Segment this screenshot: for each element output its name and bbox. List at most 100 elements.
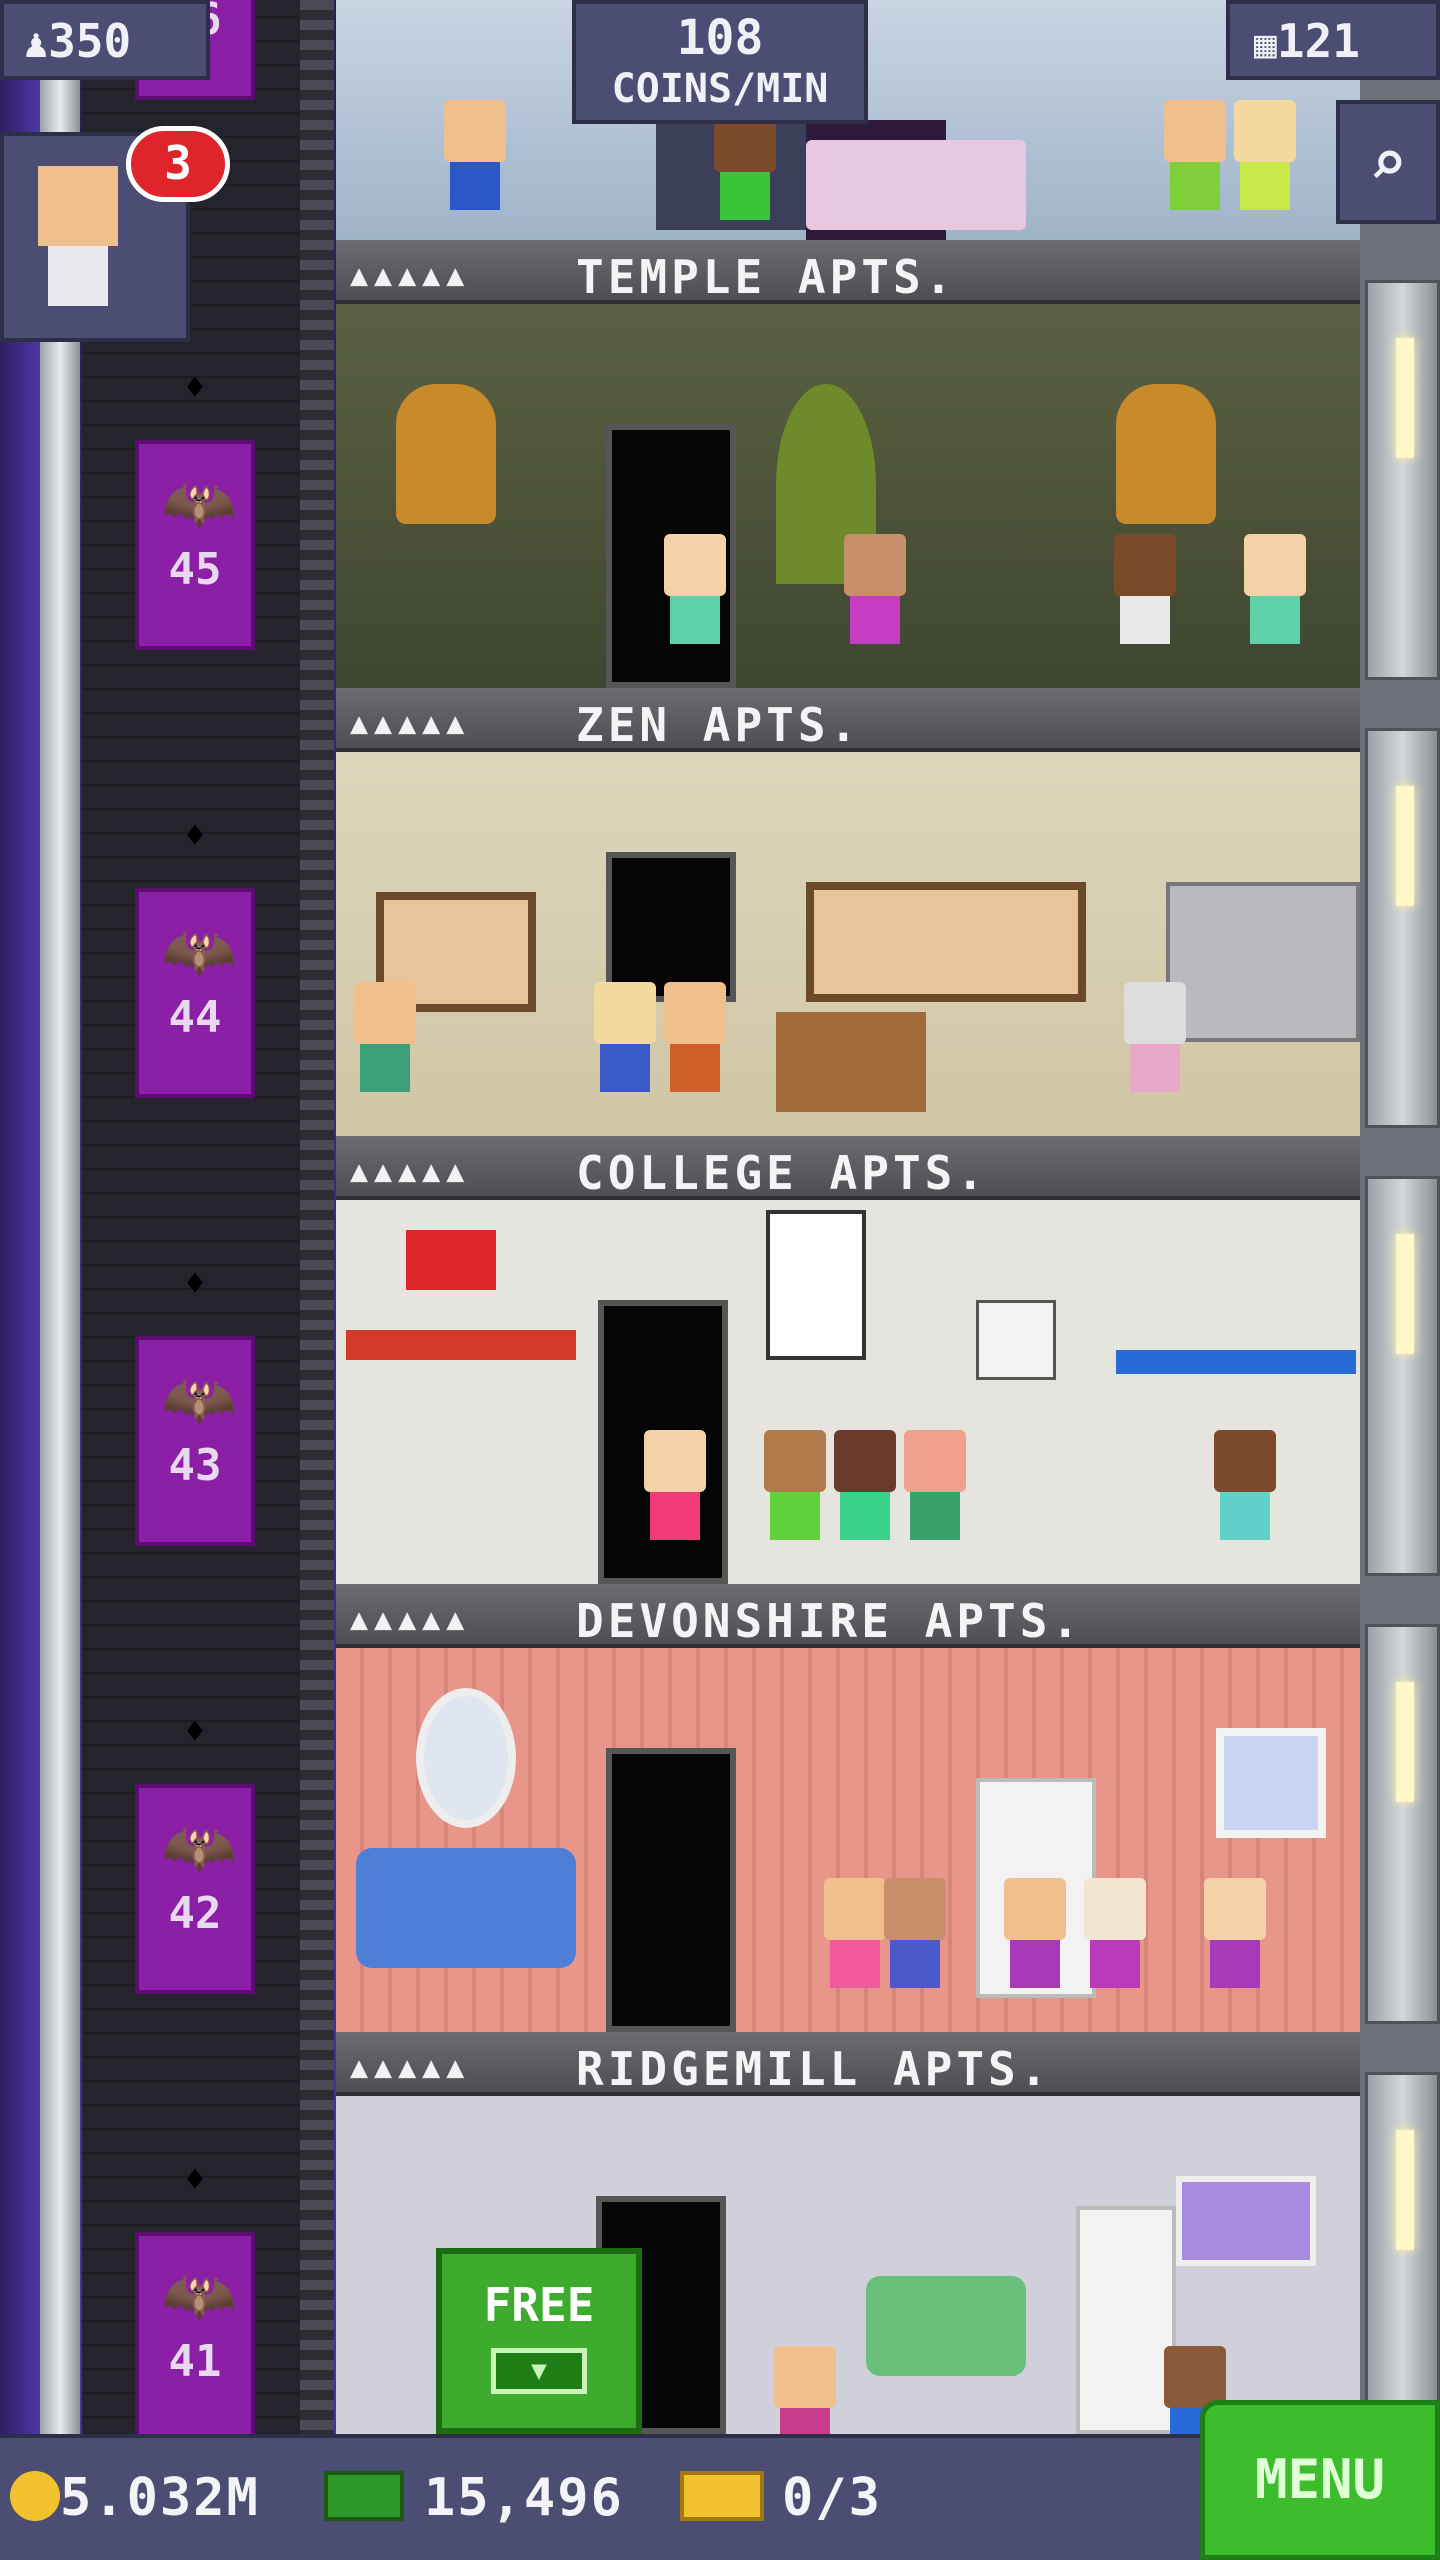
resident[interactable] [346,982,424,1112]
resident[interactable] [1106,534,1184,664]
resident[interactable] [756,1430,834,1560]
floor-number-44[interactable]: 🦇 44 [135,888,255,1098]
poster [766,1210,866,1360]
elevator-door[interactable] [1365,1176,1440,1576]
window [1176,2176,1316,2266]
lamp-ornament-icon: ♦ [184,1264,206,1304]
resident[interactable] [766,2346,844,2434]
desk-top [1116,1350,1356,1374]
resident[interactable] [1076,1878,1154,2008]
sofa [356,1848,576,1968]
elevator-light [1396,2130,1414,2250]
room-door [606,1748,736,2032]
occupancy-icons: ▲▲▲▲▲ [350,706,471,741]
bat-icon: 🦇 [161,1813,237,1883]
floor-name: TEMPLE APTS. [576,250,957,304]
floor-zen[interactable]: ▲▲▲▲▲ ZEN APTS. [336,688,1360,1136]
bux-icon [324,2471,404,2521]
coins-rate-panel[interactable]: 108 COINS/MIN [572,0,868,124]
resident[interactable] [1226,100,1304,230]
search-icon: ⌕ [1368,127,1408,201]
bux-display[interactable]: 15,496 [324,2468,624,2528]
room-zen[interactable] [336,752,1360,1136]
room-temple[interactable] [336,304,1360,688]
resident[interactable] [436,100,514,230]
floor-banner: ▲▲▲▲▲ TEMPLE APTS. [336,240,1360,304]
resident[interactable] [1206,1430,1284,1560]
floor-number-45[interactable]: 🦇 45 [135,440,255,650]
elevator-light [1396,786,1414,906]
occupancy-icons: ▲▲▲▲▲ [350,1602,471,1637]
free-label: FREE [483,2278,595,2332]
elevator-door[interactable] [1365,280,1440,680]
coins-value: 5.032M [60,2468,260,2528]
floors-counter[interactable]: ▦121 [1226,0,1440,80]
resident[interactable] [1236,534,1314,664]
floors-value: 121 [1276,14,1360,68]
bux-bill-icon: ▼ [491,2348,587,2394]
resident[interactable] [836,534,914,664]
floor-banner: ▲▲▲▲▲ RIDGEMILL APTS. [336,2032,1360,2096]
window [806,882,1086,1002]
window [1216,1728,1326,1838]
notification-badge[interactable]: 3 [126,126,230,202]
sofa [866,2276,1026,2376]
golden-tickets-display[interactable]: 0/3 [680,2468,882,2528]
floor-number-41[interactable]: 🦇 41 [135,2232,255,2442]
elevator-door[interactable] [1365,728,1440,1128]
bat-icon: 🦇 [161,469,237,539]
floor-banner: ▲▲▲▲▲ ZEN APTS. [336,688,1360,752]
room-devonshire[interactable] [336,1648,1360,2032]
resident[interactable] [876,1878,954,2008]
coins-rate-unit: COINS/MIN [611,66,829,112]
menu-button[interactable]: MENU [1200,2400,1440,2560]
floor-number-text: 41 [168,2336,222,2387]
resident[interactable] [586,982,664,1112]
resident[interactable] [996,1878,1074,2008]
floor-name: RIDGEMILL APTS. [576,2042,1052,2096]
person-icon: ♟ [24,21,49,67]
resident[interactable] [1196,1878,1274,2008]
occupancy-icons: ▲▲▲▲▲ [350,2050,471,2085]
floor-name: DEVONSHIRE APTS. [576,1594,1084,1648]
resident[interactable] [656,534,734,664]
floor-temple[interactable]: ▲▲▲▲▲ TEMPLE APTS. [336,240,1360,688]
lamp-ornament-icon: ♦ [184,1712,206,1752]
room-door [606,852,736,1002]
avatar [38,166,118,246]
population-counter[interactable]: ♟350 [0,0,210,80]
search-button[interactable]: ⌕ [1336,100,1440,224]
calendar [976,1300,1056,1380]
avatar-body [48,246,108,306]
resident[interactable] [1156,100,1234,230]
elevator-light [1396,338,1414,458]
elevator-light [1396,1234,1414,1354]
floor-college[interactable]: ▲▲▲▲▲ COLLEGE APTS. [336,1136,1360,1584]
resident[interactable] [826,1430,904,1560]
bunk-bed [346,1330,576,1360]
elevator-door[interactable] [1365,1624,1440,2024]
resident[interactable] [1116,982,1194,1112]
coin-icon [10,2471,60,2521]
floor-banner: ▲▲▲▲▲ DEVONSHIRE APTS. [336,1584,1360,1648]
floor-devonshire[interactable]: ▲▲▲▲▲ DEVONSHIRE APTS. [336,1584,1360,2032]
floor-number-43[interactable]: 🦇 43 [135,1336,255,1546]
bat-icon: 🦇 [161,2261,237,2331]
floor-number-text: 43 [168,1440,222,1491]
resident[interactable] [636,1430,714,1560]
resident[interactable] [656,982,734,1112]
bat-icon: 🦇 [161,917,237,987]
floor-number-text: 44 [168,992,222,1043]
resident[interactable] [896,1430,974,1560]
free-bux-button[interactable]: FREE ▼ [436,2248,642,2434]
resident[interactable] [706,110,784,240]
sky-strip [0,0,40,2560]
elevator-cable [300,0,334,2560]
elevator-light [1396,1682,1414,1802]
tower-pole [40,0,80,2560]
floor-number-42[interactable]: 🦇 42 [135,1784,255,1994]
lamp-ornament-icon: ♦ [184,2160,206,2200]
room-college[interactable] [336,1200,1360,1584]
floor-number-text: 45 [168,544,222,595]
coins-display[interactable]: 5.032M [10,2468,260,2528]
